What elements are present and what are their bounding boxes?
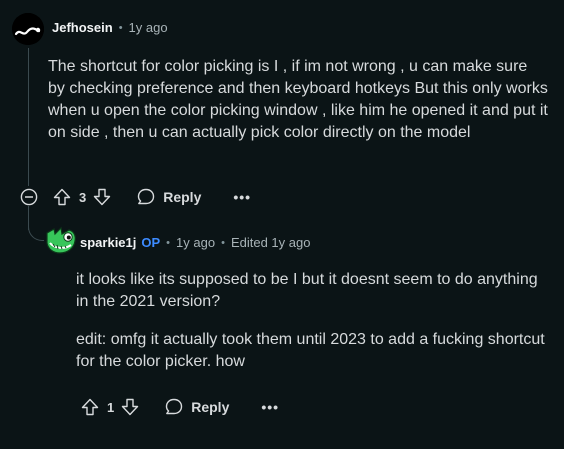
collapse-minus-icon — [20, 188, 38, 206]
edited-label: Edited 1y ago — [230, 235, 311, 250]
collapse-thread-button[interactable] — [20, 188, 38, 206]
meta-separator: • — [166, 236, 171, 249]
upvote-button[interactable] — [80, 397, 100, 417]
comment-body-text: The shortcut for color picking is I , if… — [48, 58, 548, 141]
meta-separator: • — [118, 21, 123, 34]
reply-actions: 1 Reply ••• — [80, 397, 279, 417]
downvote-arrow-icon — [122, 398, 139, 416]
vote-count: 3 — [79, 189, 87, 205]
reply-paragraph: edit: omfg it actually took them until 2… — [76, 331, 545, 370]
more-options-button[interactable]: ••• — [233, 189, 251, 205]
comment-actions: 3 Reply ••• — [52, 187, 251, 207]
reply-bubble-icon — [166, 398, 183, 415]
avatar-squiggle-icon — [12, 13, 44, 45]
downvote-button[interactable] — [120, 397, 140, 417]
op-badge: OP — [141, 235, 161, 250]
reply-button[interactable]: Reply — [136, 187, 201, 207]
reply-body: it looks like its supposed to be I but i… — [76, 269, 546, 373]
reply-button[interactable]: Reply — [164, 397, 229, 417]
upvote-arrow-icon — [53, 188, 71, 206]
vote-count: 1 — [107, 399, 115, 415]
upvote-button[interactable] — [52, 187, 72, 207]
comment-author[interactable]: Jefhosein — [52, 20, 113, 35]
reply-author[interactable]: sparkie1j — [80, 235, 136, 250]
reply-meta: sparkie1j OP • 1y ago • Edited 1y ago — [80, 235, 310, 250]
downvote-arrow-icon — [94, 188, 111, 206]
upvote-arrow-icon — [81, 398, 99, 416]
reply-paragraph: it looks like its supposed to be I but i… — [76, 271, 538, 310]
comment-body: The shortcut for color picking is I , if… — [48, 56, 548, 144]
reply-label: Reply — [191, 399, 230, 415]
downvote-button[interactable] — [92, 187, 112, 207]
more-options-button[interactable]: ••• — [261, 399, 279, 415]
avatar[interactable] — [44, 223, 78, 257]
reply-label: Reply — [163, 189, 202, 205]
avatar-green-creature-icon — [46, 226, 76, 254]
comment-time[interactable]: 1y ago — [129, 20, 168, 35]
comment-meta: Jefhosein • 1y ago — [52, 20, 168, 35]
reply-bubble-icon — [138, 188, 155, 205]
reply-time[interactable]: 1y ago — [176, 235, 215, 250]
meta-separator: • — [221, 236, 225, 249]
thread-line-vertical — [28, 48, 29, 186]
avatar[interactable] — [12, 13, 44, 45]
